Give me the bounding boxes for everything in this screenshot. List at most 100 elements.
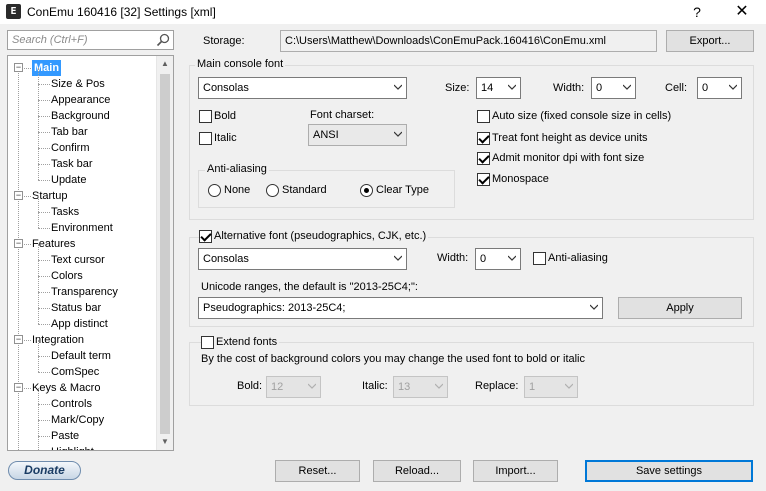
scroll-up-icon[interactable]: ▲ [157, 56, 173, 72]
tree-item[interactable]: Text cursor [51, 252, 105, 268]
export-button[interactable]: Export... [666, 30, 754, 52]
alt-font-value: Consolas [203, 253, 249, 265]
tree-connector [38, 116, 39, 132]
tree-connector [38, 308, 39, 324]
tree-item[interactable]: ComSpec [51, 364, 99, 380]
treat-height-checkbox[interactable] [477, 132, 490, 145]
italic-label: Italic [214, 132, 237, 144]
main-font-combo[interactable]: Consolas [198, 77, 407, 99]
tree-collapse-icon[interactable]: − [14, 239, 23, 248]
import-button[interactable]: Import... [473, 460, 558, 482]
auto-size-checkbox[interactable] [477, 110, 490, 123]
ext-replace-combo[interactable]: 1 [524, 376, 578, 398]
tree-connector [38, 292, 39, 308]
width-label: Width: [553, 82, 585, 94]
reload-button[interactable]: Reload... [373, 460, 461, 482]
tree-connector [38, 436, 50, 437]
tree-connector [38, 228, 50, 229]
tree-item[interactable]: Default term [51, 348, 111, 364]
tree-connector [38, 100, 39, 116]
tree-category[interactable]: Keys & Macro [32, 380, 100, 396]
aa-standard-radio[interactable] [266, 184, 279, 197]
tree-item[interactable]: Background [51, 108, 110, 124]
aa-none-radio[interactable] [208, 184, 221, 197]
tree-connector [38, 372, 50, 373]
ext-bold-label: Bold: [237, 380, 263, 392]
tree-connector [24, 196, 31, 197]
chevron-down-icon [623, 84, 631, 90]
tree-category[interactable]: Main [32, 60, 62, 76]
save-settings-button[interactable]: Save settings [585, 460, 753, 482]
donate-button[interactable]: Donate [8, 461, 81, 480]
monospace-checkbox[interactable] [477, 173, 490, 186]
ext-bold-combo[interactable]: 12 [266, 376, 321, 398]
tree-item[interactable]: Tab bar [51, 124, 88, 140]
chevron-down-icon [508, 255, 516, 261]
scroll-thumb[interactable] [160, 74, 170, 434]
tree-connector [38, 404, 50, 405]
tree-connector [38, 276, 39, 292]
tree-connector [38, 68, 39, 84]
apply-button[interactable]: Apply [618, 297, 742, 319]
aa-cleartype-label: Clear Type [376, 184, 429, 196]
tree-item[interactable]: App distinct [51, 316, 108, 332]
tree-connector [38, 196, 39, 212]
tree-collapse-icon[interactable]: − [14, 191, 23, 200]
tree-item[interactable]: Update [51, 172, 86, 188]
tree-collapse-icon[interactable]: − [14, 335, 23, 344]
title-bar: E ConEmu 160416 [32] Settings [xml] ? ✕ [0, 0, 766, 24]
tree-item[interactable]: Task bar [51, 156, 93, 172]
tree-item[interactable]: Environment [51, 220, 113, 236]
settings-tree[interactable]: − Main Size & Pos Appearance Background Tab b… [7, 55, 174, 451]
tree-collapse-icon[interactable]: − [14, 383, 23, 392]
search-box[interactable] [7, 30, 174, 50]
tree-item[interactable]: Appearance [51, 92, 110, 108]
tree-connector [38, 388, 39, 404]
tree-item[interactable]: Size & Pos [51, 76, 105, 92]
unicode-combo[interactable]: Pseudographics: 2013-25C4; [198, 297, 603, 319]
cell-combo[interactable]: 0 [697, 77, 742, 99]
tree-item[interactable]: Status bar [51, 300, 101, 316]
size-combo[interactable]: 14 [476, 77, 521, 99]
tree-item[interactable]: Transparency [51, 284, 118, 300]
main-font-value: Consolas [203, 82, 249, 94]
alt-font-combo[interactable]: Consolas [198, 248, 407, 270]
tree-item[interactable]: Tasks [51, 204, 79, 220]
tree-category[interactable]: Integration [32, 332, 84, 348]
ext-italic-combo[interactable]: 13 [393, 376, 448, 398]
tree-item[interactable]: Paste [51, 428, 79, 444]
tree-connector [38, 356, 39, 372]
alt-width-label: Width: [437, 252, 469, 264]
unicode-label: Unicode ranges, the default is "2013-25C… [201, 281, 418, 293]
reset-button[interactable]: Reset... [275, 460, 360, 482]
tree-item[interactable]: Highlight [51, 444, 94, 450]
tree-connector [38, 404, 39, 420]
tree-item[interactable]: Controls [51, 396, 92, 412]
cell-value: 0 [702, 82, 709, 94]
tree-item[interactable]: Confirm [51, 140, 90, 156]
tree-collapse-icon[interactable]: − [14, 63, 23, 72]
alt-antialias-checkbox[interactable] [533, 252, 546, 265]
close-button[interactable]: ✕ [722, 0, 762, 24]
help-button[interactable]: ? [682, 0, 712, 24]
width-combo[interactable]: 0 [591, 77, 636, 99]
tree-item[interactable]: Colors [51, 268, 83, 284]
storage-path-field[interactable]: C:\Users\Matthew\Downloads\ConEmuPack.16… [280, 30, 657, 52]
alt-width-combo[interactable]: 0 [475, 248, 521, 270]
aa-cleartype-radio[interactable] [360, 184, 373, 197]
search-input[interactable] [8, 31, 148, 49]
charset-combo[interactable]: ANSI [308, 124, 407, 146]
extend-fonts-checkbox[interactable] [201, 336, 214, 349]
tree-connector [38, 420, 39, 436]
extend-fonts-label: Extend fonts [214, 336, 280, 348]
search-icon[interactable] [156, 33, 170, 47]
tree-scrollbar[interactable]: ▲ ▼ [156, 56, 173, 450]
bold-checkbox[interactable] [199, 110, 212, 123]
aa-standard-label: Standard [282, 184, 327, 196]
admit-dpi-checkbox[interactable] [477, 152, 490, 165]
scroll-down-icon[interactable]: ▼ [157, 434, 173, 450]
tree-connector [24, 340, 31, 341]
tree-item[interactable]: Mark/Copy [51, 412, 104, 428]
alt-font-checkbox[interactable] [199, 230, 212, 243]
italic-checkbox[interactable] [199, 132, 212, 145]
